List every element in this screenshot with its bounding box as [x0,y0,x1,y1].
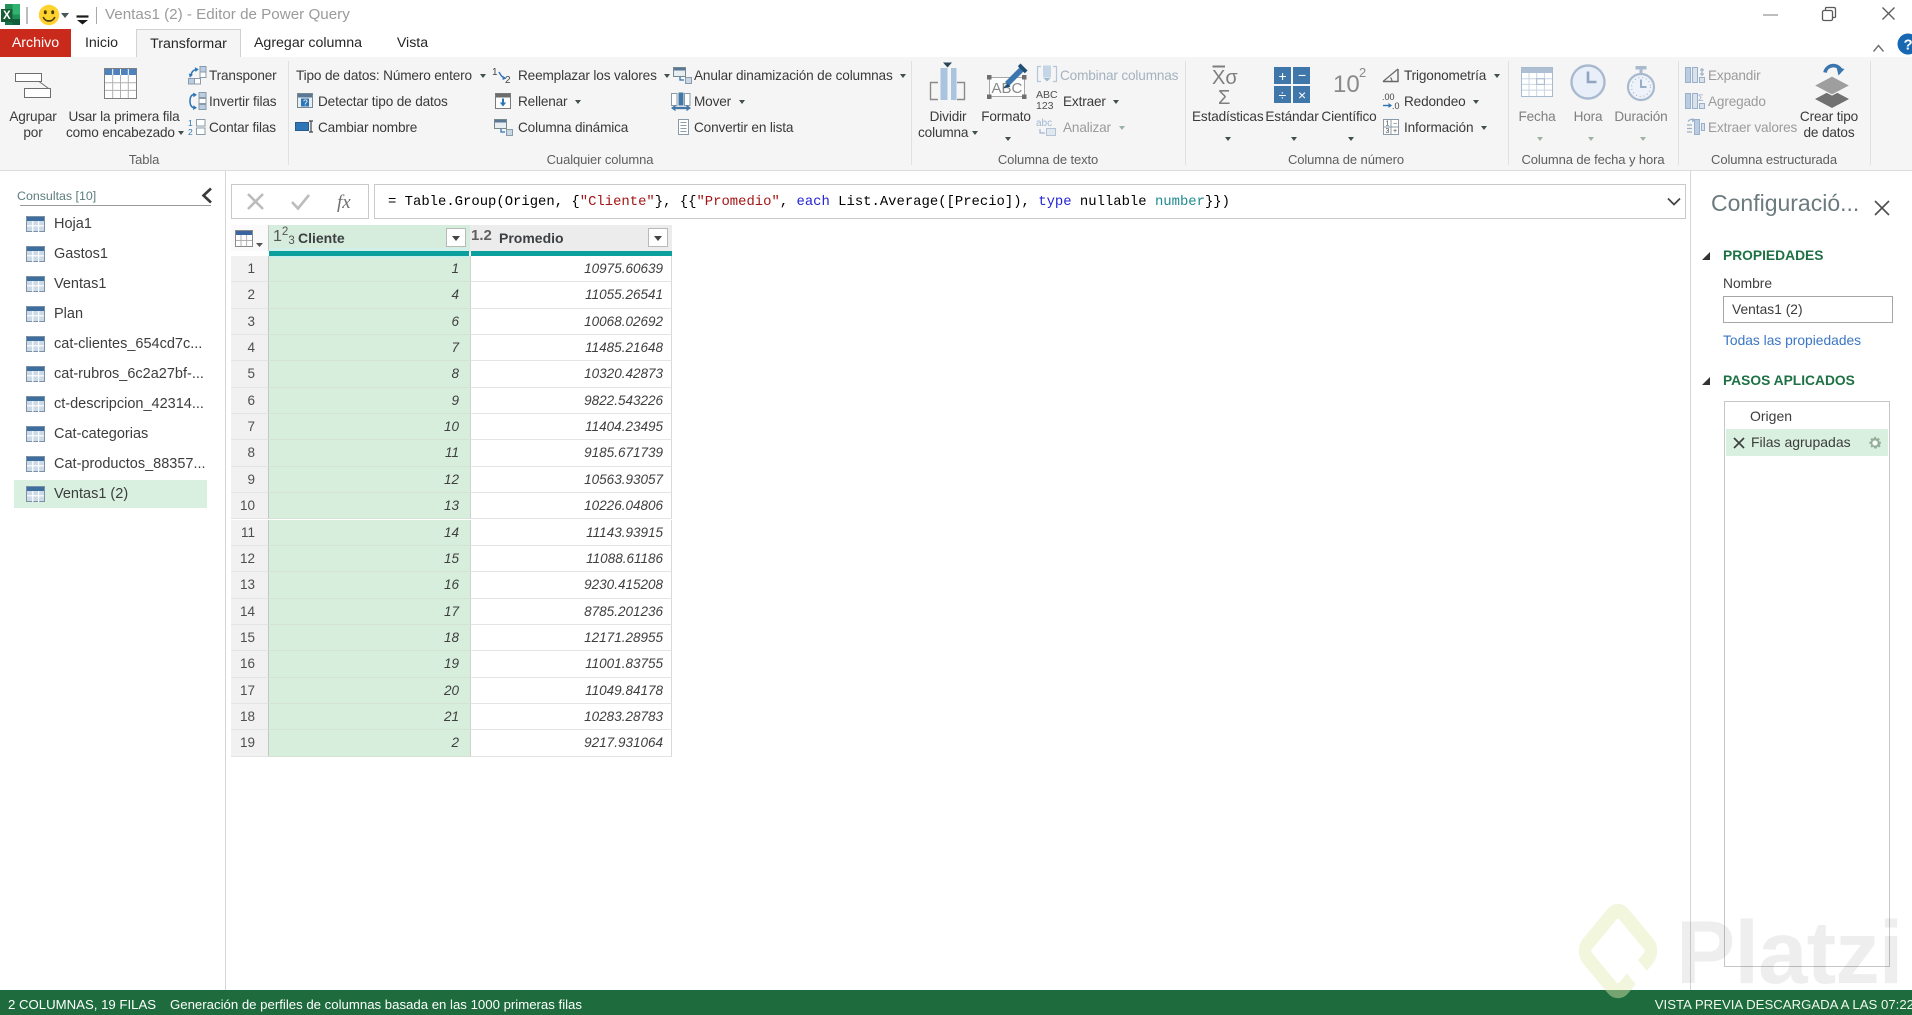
svg-text:+: + [1393,128,1397,135]
svg-text:×: × [1298,87,1306,103]
svg-text:÷: ÷ [1279,87,1287,103]
svg-text:2: 2 [188,127,193,136]
svg-text:fx: fx [337,192,351,213]
svg-text:+: + [1279,68,1287,84]
svg-text:123: 123 [1036,100,1054,111]
svg-text:X: X [3,10,11,22]
svg-text:1: 1 [492,67,498,78]
svg-text:1: 1 [1386,121,1390,128]
svg-text:−: − [1298,67,1306,83]
svg-text:3: 3 [1386,128,1390,135]
svg-text:Xσ: Xσ [1212,67,1238,89]
svg-text:2: 2 [1359,65,1366,80]
svg-text:abc: abc [1036,118,1052,129]
svg-text:10: 10 [1333,71,1360,98]
svg-text:−: − [1393,121,1397,128]
svg-text:?: ? [1904,37,1912,54]
svg-text:Σ: Σ [1698,93,1704,103]
svg-text:2: 2 [505,75,511,84]
svg-text:.0: .0 [1392,101,1400,110]
svg-text:Σ: Σ [1218,87,1230,109]
svg-text:?: ? [303,98,308,108]
